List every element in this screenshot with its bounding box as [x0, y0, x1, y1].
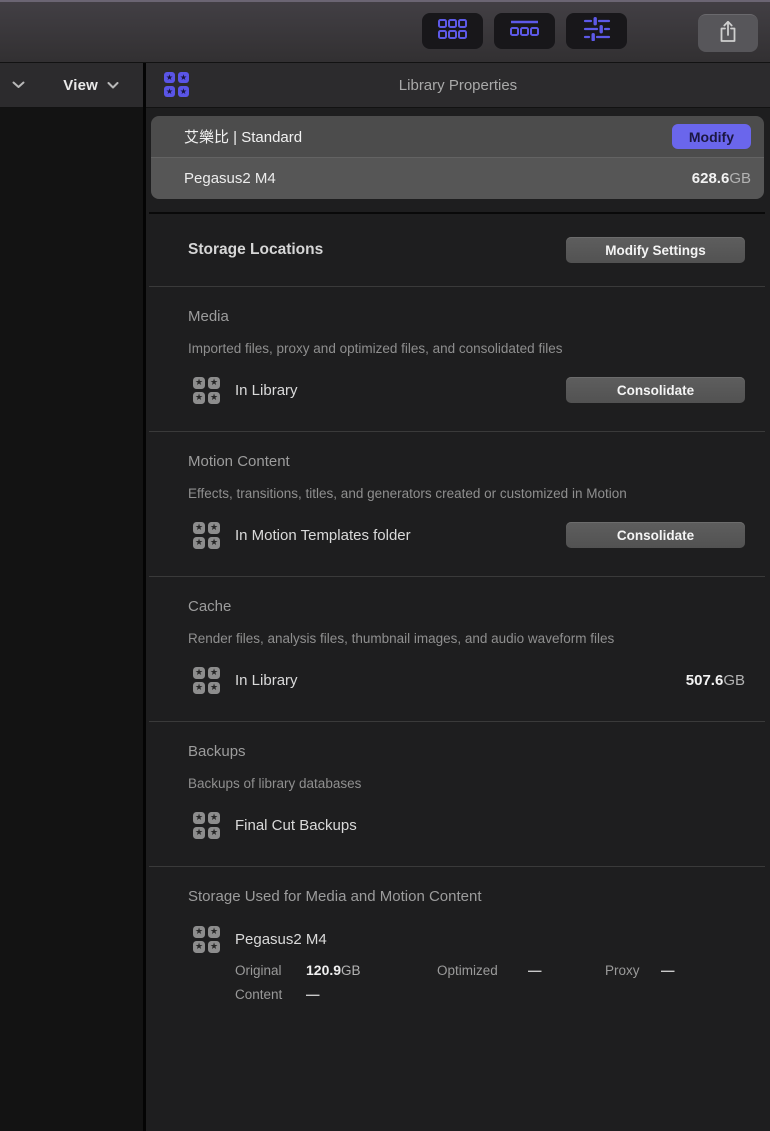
drive-free-space: 628.6GB: [692, 170, 751, 187]
content-label: Content: [235, 987, 306, 1002]
library-icon: [164, 72, 189, 97]
motion-location-row: In Motion Templates folder Consolidate: [188, 521, 745, 549]
stats-line-1: Original 120.9GB Optimized — Proxy —: [235, 962, 745, 978]
storage-used-device-row: Pegasus2 M4: [188, 925, 745, 953]
library-drive-row[interactable]: Pegasus2 M4 628.6GB: [151, 157, 764, 199]
section-description: Backups of library databases: [188, 775, 745, 792]
library-icon: [193, 667, 220, 694]
section-description: Render files, analysis files, thumbnail …: [188, 630, 745, 647]
view-menu[interactable]: View: [63, 76, 119, 94]
library-icon: [193, 812, 220, 839]
grid-view-icon: [438, 19, 467, 44]
library-properties-panel: Library Properties 艾樂比 | Standard Modify…: [146, 63, 770, 1131]
panel-content: 艾樂比 | Standard Modify Pegasus2 M4 628.6G…: [146, 108, 770, 1131]
chevron-down-icon: [107, 76, 119, 94]
share-button[interactable]: [698, 14, 758, 52]
optimized-label: Optimized: [437, 963, 528, 978]
collapse-chevron-icon[interactable]: [12, 76, 25, 94]
original-value: 120.9GB: [306, 962, 437, 978]
cache-section: Cache Render files, analysis files, thum…: [146, 577, 770, 721]
storage-used-section: Storage Used for Media and Motion Conten…: [146, 867, 770, 1029]
backups-location-row: Final Cut Backups: [188, 811, 745, 839]
panel-header: Library Properties: [146, 63, 770, 108]
view-menu-label: View: [63, 77, 98, 94]
final-cut-pro-window: View Library Properties: [0, 0, 770, 1131]
drive-name: Pegasus2 M4: [184, 170, 276, 187]
section-description: Imported files, proxy and optimized file…: [188, 340, 745, 357]
adjust-sliders-icon: [583, 17, 611, 46]
storage-used-device: Pegasus2 M4: [235, 931, 327, 948]
section-description: Effects, transitions, titles, and genera…: [188, 485, 745, 502]
grid-view-button[interactable]: [422, 13, 483, 49]
storage-locations-title: Storage Locations: [188, 241, 323, 259]
panel-title: Library Properties: [146, 77, 770, 94]
view-switcher-group: [422, 13, 627, 49]
sidebar-header: View: [0, 63, 143, 108]
media-location-row: In Library Consolidate: [188, 376, 745, 404]
filmstrip-view-icon: [510, 20, 539, 43]
optimized-value: —: [528, 963, 605, 978]
sidebar-empty-area: [0, 108, 143, 1131]
library-name-row[interactable]: 艾樂比 | Standard Modify: [151, 116, 764, 157]
section-title: Cache: [188, 598, 745, 616]
backups-section: Backups Backups of library databases Fin…: [146, 722, 770, 866]
stats-line-2: Content —: [235, 987, 745, 1002]
library-name: 艾樂比 | Standard: [184, 126, 302, 147]
library-icon: [193, 926, 220, 953]
motion-content-section: Motion Content Effects, transitions, tit…: [146, 432, 770, 576]
filmstrip-view-button[interactable]: [494, 13, 555, 49]
motion-location-label: In Motion Templates folder: [235, 527, 411, 544]
sidebar: View: [0, 63, 146, 1131]
storage-locations-row: Storage Locations Modify Settings: [188, 214, 745, 286]
modify-button[interactable]: Modify: [672, 124, 751, 149]
original-label: Original: [235, 963, 306, 978]
cache-location-label: In Library: [235, 672, 298, 689]
share-icon: [718, 20, 738, 48]
inspector-adjust-button[interactable]: [566, 13, 627, 49]
library-selection-block: 艾樂比 | Standard Modify Pegasus2 M4 628.6G…: [151, 116, 764, 199]
section-title: Storage Used for Media and Motion Conten…: [188, 888, 745, 906]
section-title: Motion Content: [188, 453, 745, 471]
cache-size: 507.6GB: [686, 672, 745, 689]
cache-location-row: In Library 507.6GB: [188, 666, 745, 694]
top-toolbar: [0, 0, 770, 63]
consolidate-media-button[interactable]: Consolidate: [566, 377, 745, 403]
library-icon: [193, 522, 220, 549]
section-title: Media: [188, 308, 745, 326]
proxy-label: Proxy: [605, 963, 661, 978]
modify-settings-button[interactable]: Modify Settings: [566, 237, 745, 263]
media-section: Media Imported files, proxy and optimize…: [146, 287, 770, 431]
proxy-value: —: [661, 963, 673, 978]
storage-used-stats: Original 120.9GB Optimized — Proxy — Con…: [235, 962, 745, 1002]
consolidate-motion-button[interactable]: Consolidate: [566, 522, 745, 548]
content-value: —: [306, 987, 318, 1002]
backups-location-label: Final Cut Backups: [235, 817, 357, 834]
media-location-label: In Library: [235, 382, 298, 399]
section-title: Backups: [188, 743, 745, 761]
library-icon: [193, 377, 220, 404]
